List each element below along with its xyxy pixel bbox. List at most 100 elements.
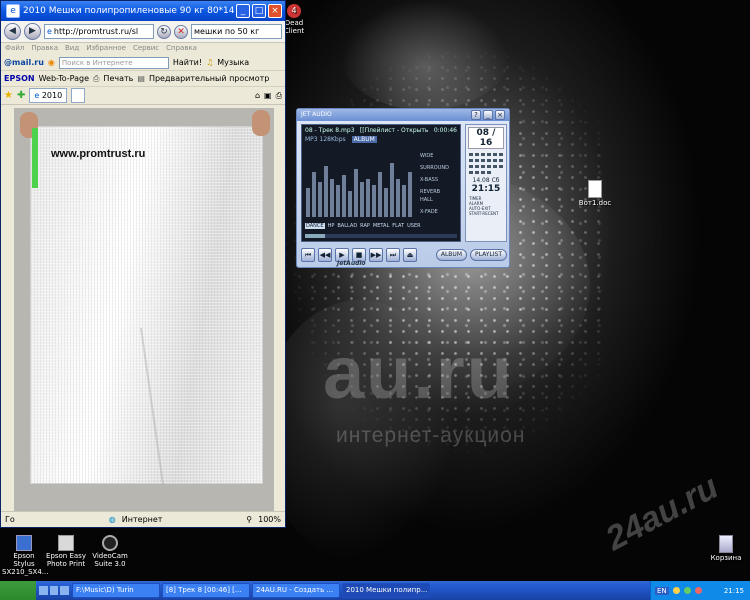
tray-clock[interactable]: 21:15 bbox=[724, 587, 744, 595]
preset-ballad[interactable]: BALLAD bbox=[337, 223, 357, 229]
icon-label: VideoCam bbox=[92, 552, 128, 560]
tab-label: 2010 bbox=[41, 91, 63, 100]
browser-titlebar[interactable]: e 2010 Мешки полипропиленовые 90 кг 80*1… bbox=[1, 1, 285, 21]
desktop-icon-epson-easy[interactable]: Epson Easy Photo Print bbox=[46, 535, 86, 568]
equalizer-bars bbox=[306, 163, 412, 217]
player-display: 08 - Трек 8.mp3 [[Плейлист - Открыть 0:0… bbox=[301, 124, 461, 242]
preset-rap[interactable]: RAP bbox=[360, 223, 370, 229]
desktop-icon-file[interactable]: Вот1.doc bbox=[575, 180, 615, 207]
home-icon[interactable]: ⌂ bbox=[255, 91, 260, 100]
zoom-level[interactable]: 100% bbox=[258, 515, 281, 524]
minimize-button[interactable]: _ bbox=[483, 110, 493, 120]
tray-icon[interactable] bbox=[694, 587, 702, 594]
eq-bar bbox=[378, 172, 382, 217]
minimize-button[interactable]: _ bbox=[236, 4, 250, 18]
close-button[interactable]: × bbox=[495, 110, 505, 120]
forward-button[interactable]: ▶ bbox=[24, 23, 41, 40]
fx-xbass[interactable]: X-BASS bbox=[420, 177, 460, 183]
zoom-icon[interactable]: ⚲ bbox=[246, 515, 252, 524]
fx-hall[interactable]: HALL bbox=[420, 197, 460, 203]
eq-bar bbox=[408, 172, 412, 217]
stop-button[interactable]: ✕ bbox=[174, 24, 188, 39]
epson-logo: EPSON bbox=[4, 74, 35, 83]
preset-user[interactable]: USER bbox=[407, 223, 420, 229]
icon-label: Корзина bbox=[710, 554, 742, 562]
preset-hp[interactable]: HP bbox=[328, 223, 335, 229]
desktop-icon-dead-client[interactable]: 4 Dead Client bbox=[283, 4, 305, 35]
webcam-icon bbox=[102, 535, 118, 551]
browser-window: e 2010 Мешки полипропиленовые 90 кг 80*1… bbox=[0, 0, 286, 528]
rewind-button[interactable]: ◀◀ bbox=[318, 248, 332, 262]
search-input[interactable]: мешки по 50 кг bbox=[191, 24, 282, 39]
quick-launch-icon[interactable] bbox=[49, 586, 59, 595]
print-button[interactable]: Печать bbox=[103, 74, 133, 83]
print-icon[interactable]: ⎙ bbox=[276, 91, 282, 101]
desktop-icon-epson-stylus[interactable]: Epson Stylus SX210_SX4... bbox=[2, 535, 48, 576]
track-counter: 08 / 16 bbox=[468, 127, 504, 149]
format-info: MP3 128Kbps bbox=[305, 136, 346, 143]
maximize-button[interactable]: □ bbox=[252, 4, 266, 18]
fx-wide[interactable]: WIDE bbox=[420, 153, 460, 159]
music-button[interactable]: Музыка bbox=[217, 58, 249, 67]
refresh-button[interactable]: ↻ bbox=[157, 24, 171, 39]
tray-icon[interactable] bbox=[683, 587, 691, 594]
menu-favorites[interactable]: Избранное bbox=[86, 44, 126, 54]
brand-label: JetAudio bbox=[337, 260, 366, 267]
close-button[interactable]: × bbox=[268, 4, 282, 18]
preset-dance[interactable]: DANCE bbox=[305, 223, 325, 229]
menu-tools[interactable]: Сервис bbox=[133, 44, 159, 54]
taskbar-item-player[interactable]: [8] Трек 8 [00:46] [... bbox=[162, 583, 250, 598]
eq-bar bbox=[402, 185, 406, 217]
desktop-icon-videocam[interactable]: VideoCam Suite 3.0 bbox=[90, 535, 130, 568]
tab-current[interactable]: e 2010 bbox=[29, 88, 68, 103]
address-bar[interactable]: e http://promtrust.ru/sl bbox=[44, 24, 154, 39]
taskbar-item-browser[interactable]: 2010 Мешки полипр... bbox=[342, 583, 430, 598]
favorites-star-icon[interactable]: ★ bbox=[4, 90, 13, 101]
menu-file[interactable]: Файл bbox=[5, 44, 24, 54]
album-button[interactable]: ALBUM bbox=[435, 249, 467, 261]
tray-icon[interactable] bbox=[672, 587, 680, 594]
playlist-button[interactable]: PLAYLIST bbox=[470, 249, 507, 261]
menu-help[interactable]: Справка bbox=[166, 44, 197, 54]
preset-flat[interactable]: FLAT bbox=[392, 223, 404, 229]
icon-label: Вот1.doc bbox=[578, 199, 612, 207]
icon-label: Epson Stylus bbox=[13, 552, 35, 568]
fx-reverb[interactable]: REVERB bbox=[420, 189, 460, 195]
help-button[interactable]: ? bbox=[471, 110, 481, 120]
prev-button[interactable]: ⏮ bbox=[301, 248, 315, 262]
menu-view[interactable]: Вид bbox=[65, 44, 79, 54]
quick-launch-icon[interactable] bbox=[60, 586, 70, 595]
preset-metal[interactable]: METAL bbox=[373, 223, 389, 229]
eq-bar bbox=[318, 182, 322, 217]
preview-button[interactable]: Предварительный просмотр bbox=[149, 74, 269, 83]
green-label bbox=[32, 128, 38, 188]
find-button[interactable]: Найти! bbox=[173, 58, 202, 67]
forward-button[interactable]: ▶▶ bbox=[369, 248, 383, 262]
back-button[interactable]: ◀ bbox=[4, 23, 21, 40]
quick-launch-icon[interactable] bbox=[39, 586, 48, 595]
next-button[interactable]: ⏭ bbox=[386, 248, 400, 262]
zone-text: Интернет bbox=[121, 515, 163, 524]
language-indicator[interactable]: EN bbox=[655, 586, 669, 595]
fx-surround[interactable]: SURROUND bbox=[420, 165, 460, 171]
taskbar-item-folder[interactable]: F:\Music\D) Turin bbox=[72, 583, 160, 598]
new-tab-button[interactable] bbox=[71, 88, 86, 103]
desktop-icon-recycle-bin[interactable]: Корзина bbox=[706, 535, 746, 562]
taskbar-item-24au[interactable]: 24AU.RU - Создать ... bbox=[252, 583, 340, 598]
mailru-logo[interactable]: @mail.ru bbox=[4, 58, 44, 67]
player-window-controls: ? _ × bbox=[471, 110, 505, 120]
menu-edit[interactable]: Правка bbox=[31, 44, 58, 54]
mailru-search-input[interactable]: Поиск в Интернете bbox=[58, 56, 169, 69]
page-icon: e bbox=[47, 27, 52, 36]
add-favorite-icon[interactable]: ✚ bbox=[17, 90, 25, 101]
fx-xfade[interactable]: X-FADE bbox=[420, 209, 460, 215]
feeds-icon[interactable]: ▣ bbox=[264, 91, 272, 100]
format-line: MP3 128Kbps ALBUM bbox=[302, 136, 460, 143]
start-recent-label: START-RECENT bbox=[469, 211, 499, 216]
seek-bar[interactable] bbox=[305, 234, 457, 238]
bag-fold bbox=[140, 327, 164, 485]
album-toggle[interactable]: ALBUM bbox=[351, 136, 377, 143]
eject-button[interactable]: ⏏ bbox=[403, 248, 417, 262]
start-button[interactable] bbox=[0, 581, 36, 600]
web-to-page-button[interactable]: Web-To-Page bbox=[39, 74, 89, 83]
